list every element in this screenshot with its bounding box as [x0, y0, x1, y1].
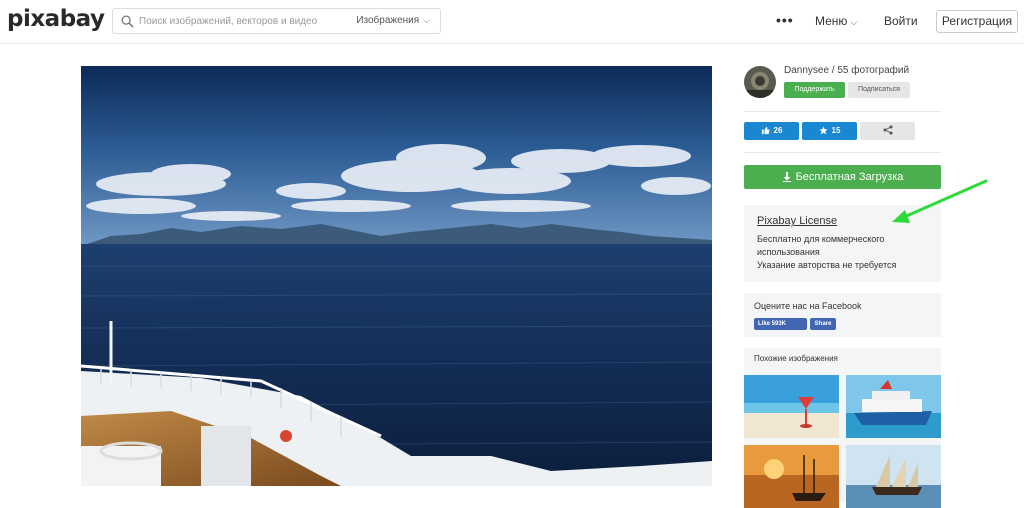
search-input[interactable]: [139, 9, 359, 33]
annotation-arrow-icon: [892, 179, 988, 223]
facebook-panel: Оцените нас на Facebook Like 593K Share: [744, 293, 941, 337]
license-text: Бесплатно для коммерческого: [757, 234, 885, 244]
follow-button[interactable]: Подписаться: [848, 82, 910, 98]
chevron-down-icon: ⌵: [423, 15, 430, 25]
favorite-count: 15: [831, 126, 841, 135]
similar-images-title: Похожие изображения: [754, 354, 838, 363]
share-icon: [883, 125, 892, 135]
license-text: использования: [757, 247, 820, 257]
thumb-image: [846, 375, 941, 438]
facebook-share-button[interactable]: Share: [810, 318, 836, 330]
similar-thumb-sunset-sailship[interactable]: [744, 445, 839, 508]
share-button[interactable]: [860, 122, 915, 140]
divider: [744, 152, 941, 153]
top-header: pixabay Изображения⌵ ••• Меню⌵ Войти Рег…: [0, 0, 1024, 44]
login-link[interactable]: Войти: [884, 14, 918, 28]
search-type-dropdown[interactable]: Изображения ⌵: [356, 15, 430, 26]
search-bar: Изображения⌵: [112, 8, 441, 34]
avatar-image: [744, 66, 776, 98]
divider: [744, 111, 941, 112]
thumb-image: [744, 445, 839, 508]
thumbs-up-icon: [761, 126, 770, 135]
author-name[interactable]: Dannysee / 55 фотографий: [784, 65, 909, 76]
menu-dropdown[interactable]: Меню ⌵: [815, 14, 857, 28]
like-button[interactable]: 26: [744, 122, 799, 140]
favorite-button[interactable]: 15: [802, 122, 857, 140]
star-icon: [818, 126, 828, 135]
avatar[interactable]: [744, 66, 776, 98]
more-options-button[interactable]: •••: [776, 12, 794, 28]
chevron-down-icon: ⌵: [850, 17, 858, 27]
similar-thumb-beach-cocktail[interactable]: [744, 375, 839, 438]
license-text: Указание авторства не требуется: [757, 260, 897, 270]
main-photo[interactable]: [81, 66, 712, 486]
support-button[interactable]: Поддержать: [784, 82, 845, 98]
similar-thumb-sailing-ship[interactable]: [846, 445, 941, 508]
like-count: 26: [773, 126, 783, 135]
facebook-like-button[interactable]: Like 593K: [754, 318, 807, 330]
license-link[interactable]: Pixabay License: [757, 215, 837, 227]
thumb-image: [846, 445, 941, 508]
register-button[interactable]: Регистрация: [936, 10, 1018, 33]
similar-thumb-cruise-ship[interactable]: [846, 375, 941, 438]
similar-images-panel: Похожие изображения: [744, 348, 941, 508]
seascape-image: [81, 66, 712, 486]
thumb-image: [744, 375, 839, 438]
search-type-label: Изображения: [356, 15, 420, 26]
menu-label: Меню: [815, 14, 848, 28]
facebook-title: Оцените нас на Facebook: [754, 301, 862, 311]
search-icon: [121, 15, 134, 28]
download-icon: [782, 172, 791, 182]
pixabay-logo[interactable]: pixabay: [7, 6, 105, 32]
